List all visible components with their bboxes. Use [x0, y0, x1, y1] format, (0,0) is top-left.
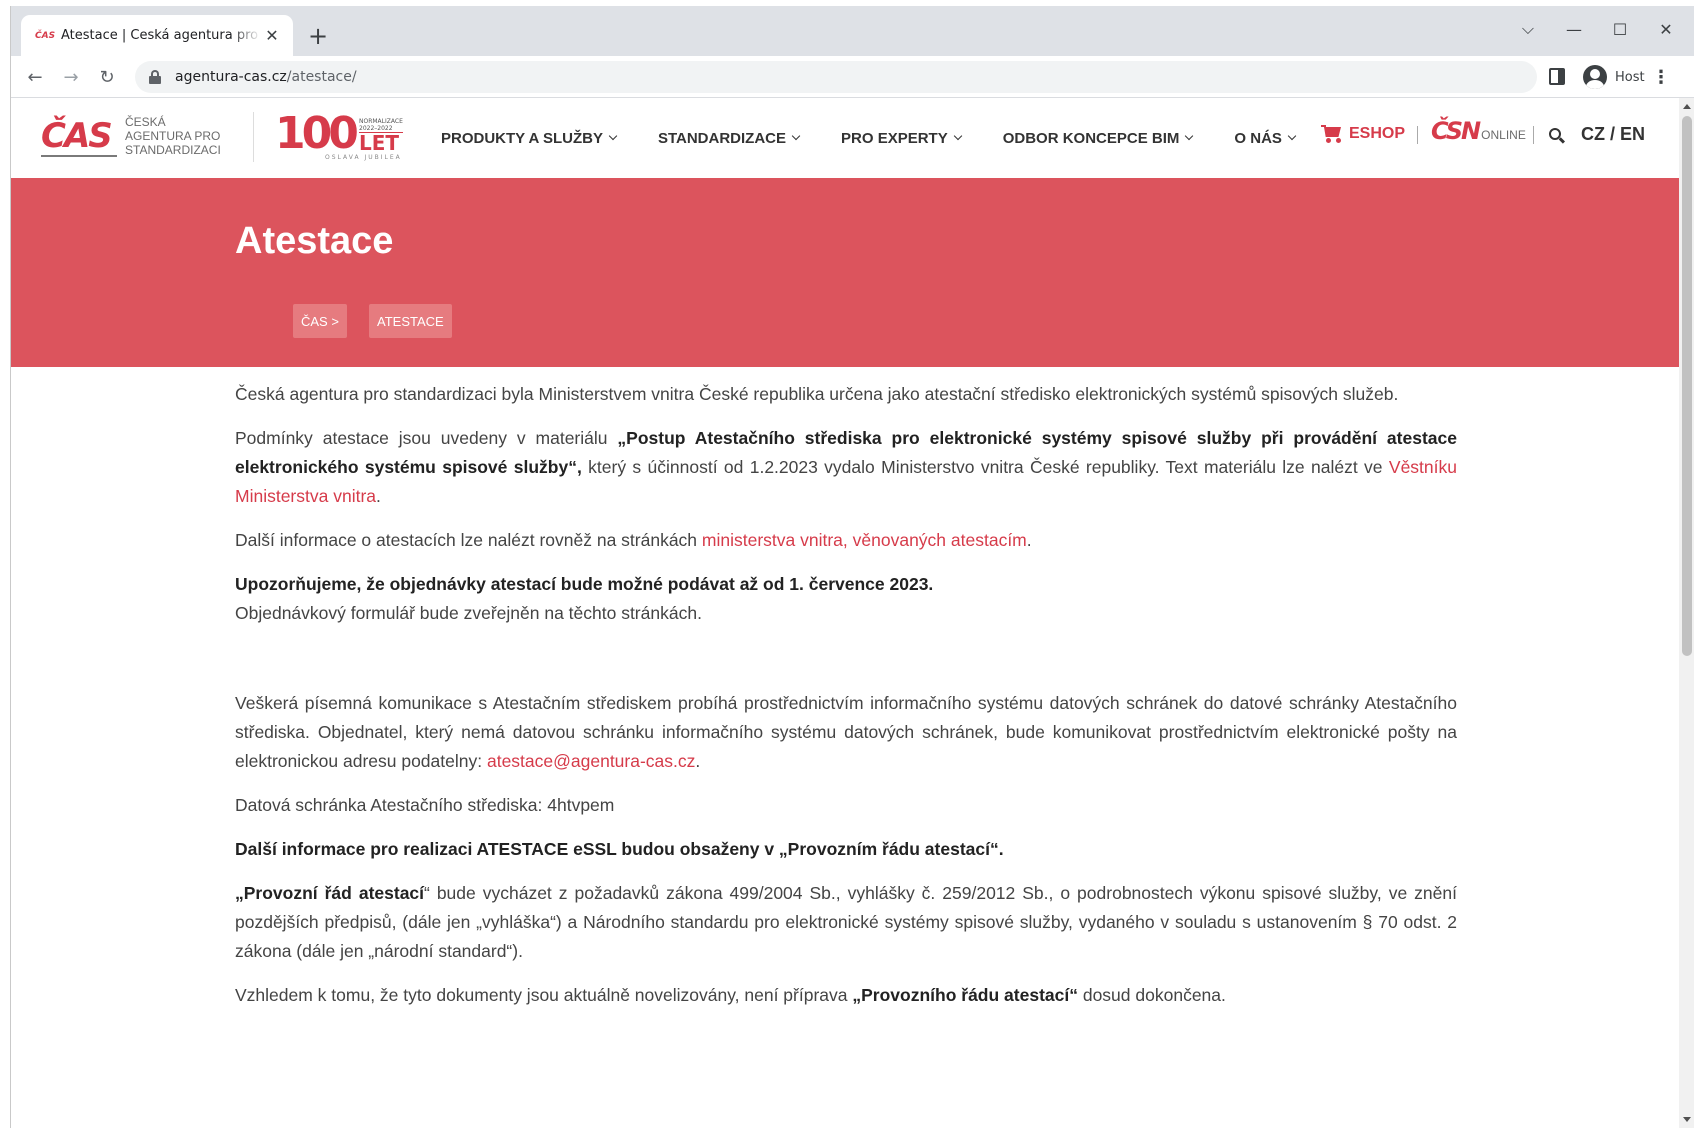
forward-icon[interactable]: →: [55, 61, 87, 93]
reload-icon[interactable]: ↻: [91, 61, 123, 93]
nav-item-bim[interactable]: ODBOR KONCEPCE BIM: [1003, 130, 1194, 147]
jubilee-logo[interactable]: 100 NORMALIZACE 2022–2022 LET OSLAVA JUB…: [275, 112, 405, 164]
csn-online-link[interactable]: ČSN ONLINE: [1431, 118, 1526, 144]
tab-close-icon[interactable]: ✕: [261, 25, 283, 47]
paragraph-rules-basis: „Provozní řád atestací“ bude vycházet z …: [235, 883, 1457, 961]
favicon-icon: ČAS: [35, 30, 56, 41]
chevron-down-icon: [791, 131, 801, 141]
email-link[interactable]: atestace@agentura-cas.cz: [487, 751, 695, 771]
tab-search-icon[interactable]: ⌵: [1505, 14, 1551, 44]
maximize-icon[interactable]: ☐: [1597, 14, 1643, 44]
paragraph-status: Vzhledem k tomu, že tyto dokumenty jsou …: [235, 985, 1226, 1005]
minimize-icon[interactable]: —: [1551, 14, 1597, 44]
site-header: ČAS ČESKÁ AGENTURA PRO STANDARDIZACI 100…: [11, 98, 1679, 178]
nav-item-o-nas[interactable]: O NÁS: [1234, 130, 1297, 147]
paragraph-databox: Datová schránka Atestačního střediska: 4…: [235, 795, 615, 815]
menu-kebab-icon[interactable]: ⋮: [1649, 64, 1673, 90]
logo-divider: [253, 112, 254, 162]
nav-item-standardizace[interactable]: STANDARDIZACE: [658, 130, 801, 147]
paragraph-more-info: Další informace o atestacích lze nalézt …: [235, 530, 1032, 550]
scroll-up-icon[interactable]: [1683, 104, 1691, 109]
page-viewport: ČAS ČESKÁ AGENTURA PRO STANDARDIZACI 100…: [11, 98, 1679, 1128]
nav-item-produkty[interactable]: PRODUKTY A SLUŽBY: [441, 130, 618, 147]
paragraph-operating-rules: Další informace pro realizaci ATESTACE e…: [235, 839, 1004, 859]
paragraph-conditions: Podmínky atestace jsou uvedeny v materiá…: [235, 428, 1457, 506]
side-panel-icon[interactable]: [1549, 68, 1565, 85]
article-body: Česká agentura pro standardizaci byla Mi…: [235, 380, 1457, 1025]
avatar-icon: [1583, 65, 1607, 89]
profile-button[interactable]: Host: [1579, 62, 1657, 92]
tab-strip: ČAS Atestace | Česká agentura pro standa…: [11, 6, 1694, 56]
cas-logo[interactable]: ČAS ČESKÁ AGENTURA PRO STANDARDIZACI: [41, 110, 237, 162]
cas-logo-mark: ČAS: [41, 113, 117, 159]
profile-name: Host: [1615, 69, 1645, 85]
url-host: agentura-cas.cz: [175, 69, 287, 85]
breadcrumb-home[interactable]: ČAS >: [293, 304, 347, 338]
lock-icon[interactable]: [149, 70, 161, 84]
hero-banner: Atestace ČAS > ATESTACE: [11, 178, 1679, 367]
scroll-down-icon[interactable]: [1683, 1117, 1691, 1122]
page-title: Atestace: [235, 220, 394, 262]
browser-window: ČAS Atestace | Česká agentura pro standa…: [10, 6, 1694, 1128]
language-switch[interactable]: CZ / EN: [1581, 124, 1645, 145]
close-window-icon[interactable]: ✕: [1643, 14, 1689, 44]
nav-item-pro-experty[interactable]: PRO EXPERTY: [841, 130, 962, 147]
paragraph-communication: Veškerá písemná komunikace s Atestačním …: [235, 693, 1457, 771]
url-path: /atestace/: [286, 69, 357, 85]
cart-icon: [1321, 125, 1343, 143]
ministry-link[interactable]: ministerstva vnitra, věnovaných atestací…: [702, 530, 1027, 550]
nav-separator: [1533, 126, 1534, 144]
page-scrollbar[interactable]: [1679, 98, 1694, 1128]
paragraph-intro: Česká agentura pro standardizaci byla Mi…: [235, 384, 1399, 404]
chevron-down-icon: [608, 131, 618, 141]
browser-tab-active[interactable]: ČAS Atestace | Česká agentura pro standa…: [21, 15, 293, 56]
chevron-down-icon: [1287, 131, 1297, 141]
address-bar[interactable]: agentura-cas.cz/atestace/: [135, 61, 1537, 93]
breadcrumb-current[interactable]: ATESTACE: [369, 304, 452, 338]
browser-toolbar: ← → ↻ agentura-cas.cz/atestace/ Host ⋮: [11, 56, 1694, 98]
eshop-link[interactable]: ESHOP: [1321, 125, 1405, 143]
chevron-down-icon: [1185, 131, 1194, 141]
nav-separator: [1417, 126, 1418, 144]
scrollbar-thumb[interactable]: [1682, 116, 1692, 656]
search-icon[interactable]: [1549, 128, 1566, 144]
tab-title: Atestace | Česká agentura pro standardiz…: [61, 28, 261, 43]
paragraph-notice: Upozorňujeme, že objednávky atestací bud…: [235, 574, 934, 623]
main-nav: PRODUKTY A SLUŽBY STANDARDIZACE PRO EXPE…: [441, 126, 1337, 150]
back-icon[interactable]: ←: [19, 61, 51, 93]
new-tab-button[interactable]: +: [304, 22, 332, 50]
cas-logo-words: ČESKÁ AGENTURA PRO STANDARDIZACI: [125, 115, 221, 157]
chevron-down-icon: [953, 131, 962, 141]
